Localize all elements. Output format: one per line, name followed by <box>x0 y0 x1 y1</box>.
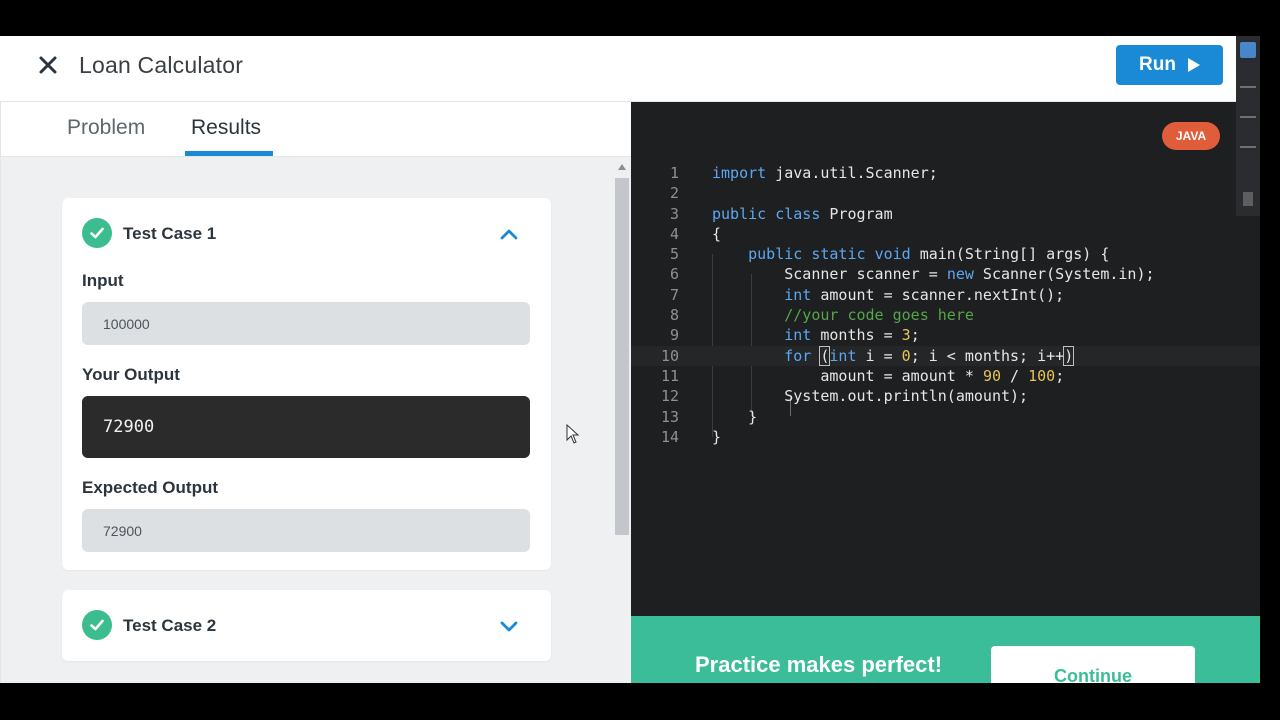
scrollbar[interactable] <box>614 160 630 683</box>
code-line: 13 } <box>660 407 758 426</box>
continue-button[interactable]: Continue <box>991 646 1195 683</box>
check-icon <box>82 218 112 248</box>
play-icon <box>1187 58 1200 72</box>
banner-message: Practice makes perfect! <box>695 652 943 677</box>
code-line: 8 //your code goes here <box>669 306 974 325</box>
highlighter-tool-icon[interactable] <box>1240 102 1256 118</box>
close-button[interactable] <box>36 53 60 77</box>
collapse-button[interactable] <box>499 224 519 244</box>
code-line: 11 amount = amount * 90 / 100; <box>660 366 1065 385</box>
tab-problem[interactable]: Problem <box>67 116 145 140</box>
scroll-up-arrow[interactable] <box>618 164 626 170</box>
your-output-label: Your Output <box>82 365 180 384</box>
code-line: 9 int months = 3; <box>669 326 920 345</box>
expected-output-value: 72900 <box>82 509 530 552</box>
annotation-toolbar <box>1236 36 1260 216</box>
tab-bar: Problem Results <box>1 102 631 157</box>
test-case-title: Test Case 2 <box>123 616 217 635</box>
expand-button[interactable] <box>499 616 519 636</box>
check-icon <box>82 610 112 640</box>
chevron-up-icon <box>500 229 518 240</box>
test-case-card: Test Case 1 Input 100000 Your Output 729… <box>62 198 551 570</box>
color-swatch-icon[interactable] <box>1243 192 1253 206</box>
code-line: 12 System.out.println(amount); <box>660 387 1029 406</box>
code-line: 6 Scanner scanner = new Scanner(System.i… <box>669 265 1155 284</box>
pointer-tool-icon[interactable] <box>1240 42 1256 58</box>
run-button[interactable]: Run <box>1116 45 1223 85</box>
results-pane: Problem Results Test Case 1 Input 100000… <box>0 102 631 683</box>
code-line: 7 int amount = scanner.nextInt(); <box>669 285 1065 304</box>
code-line: 4{ <box>669 224 722 243</box>
input-label: Input <box>82 271 124 290</box>
success-banner: Practice makes perfect! Continue <box>631 616 1260 683</box>
code-area[interactable]: 1 import java.util.Scanner; 2 3 public cla… <box>631 163 1260 447</box>
eraser-tool-icon[interactable] <box>1240 132 1256 148</box>
language-badge: JAVA <box>1162 122 1220 150</box>
code-editor[interactable]: JAVA 1 import java.util.Scanner; 2 3 publi… <box>631 102 1260 616</box>
scrollbar-thumb[interactable] <box>615 178 629 535</box>
code-line: 2 <box>669 184 679 203</box>
code-line: 1 import java.util.Scanner; <box>669 164 938 182</box>
active-tab-indicator <box>185 151 273 156</box>
test-case-card[interactable]: Test Case 2 <box>62 590 551 661</box>
input-value: 100000 <box>82 302 530 345</box>
app-window: Loan Calculator Run Problem Results Test… <box>0 36 1260 683</box>
test-case-title: Test Case 1 <box>123 224 217 243</box>
close-icon <box>39 56 57 74</box>
page-title: Loan Calculator <box>79 52 244 78</box>
expected-output-label: Expected Output <box>82 478 219 497</box>
code-line: 14} <box>660 427 722 446</box>
code-line: 5 public static void main(String[] args)… <box>669 245 1110 264</box>
mouse-cursor-icon <box>566 424 580 444</box>
tab-results[interactable]: Results <box>191 116 261 140</box>
your-output-value: 72900 <box>82 396 530 458</box>
pen-tool-icon[interactable] <box>1240 72 1256 88</box>
top-bar: Loan Calculator Run <box>0 36 1260 102</box>
code-line: 3 public class Program <box>669 204 893 223</box>
code-line-active: 10 for (int i = 0; i < months; i++) <box>631 345 1260 366</box>
run-button-label: Run <box>1139 54 1176 75</box>
chevron-down-icon <box>500 621 518 632</box>
